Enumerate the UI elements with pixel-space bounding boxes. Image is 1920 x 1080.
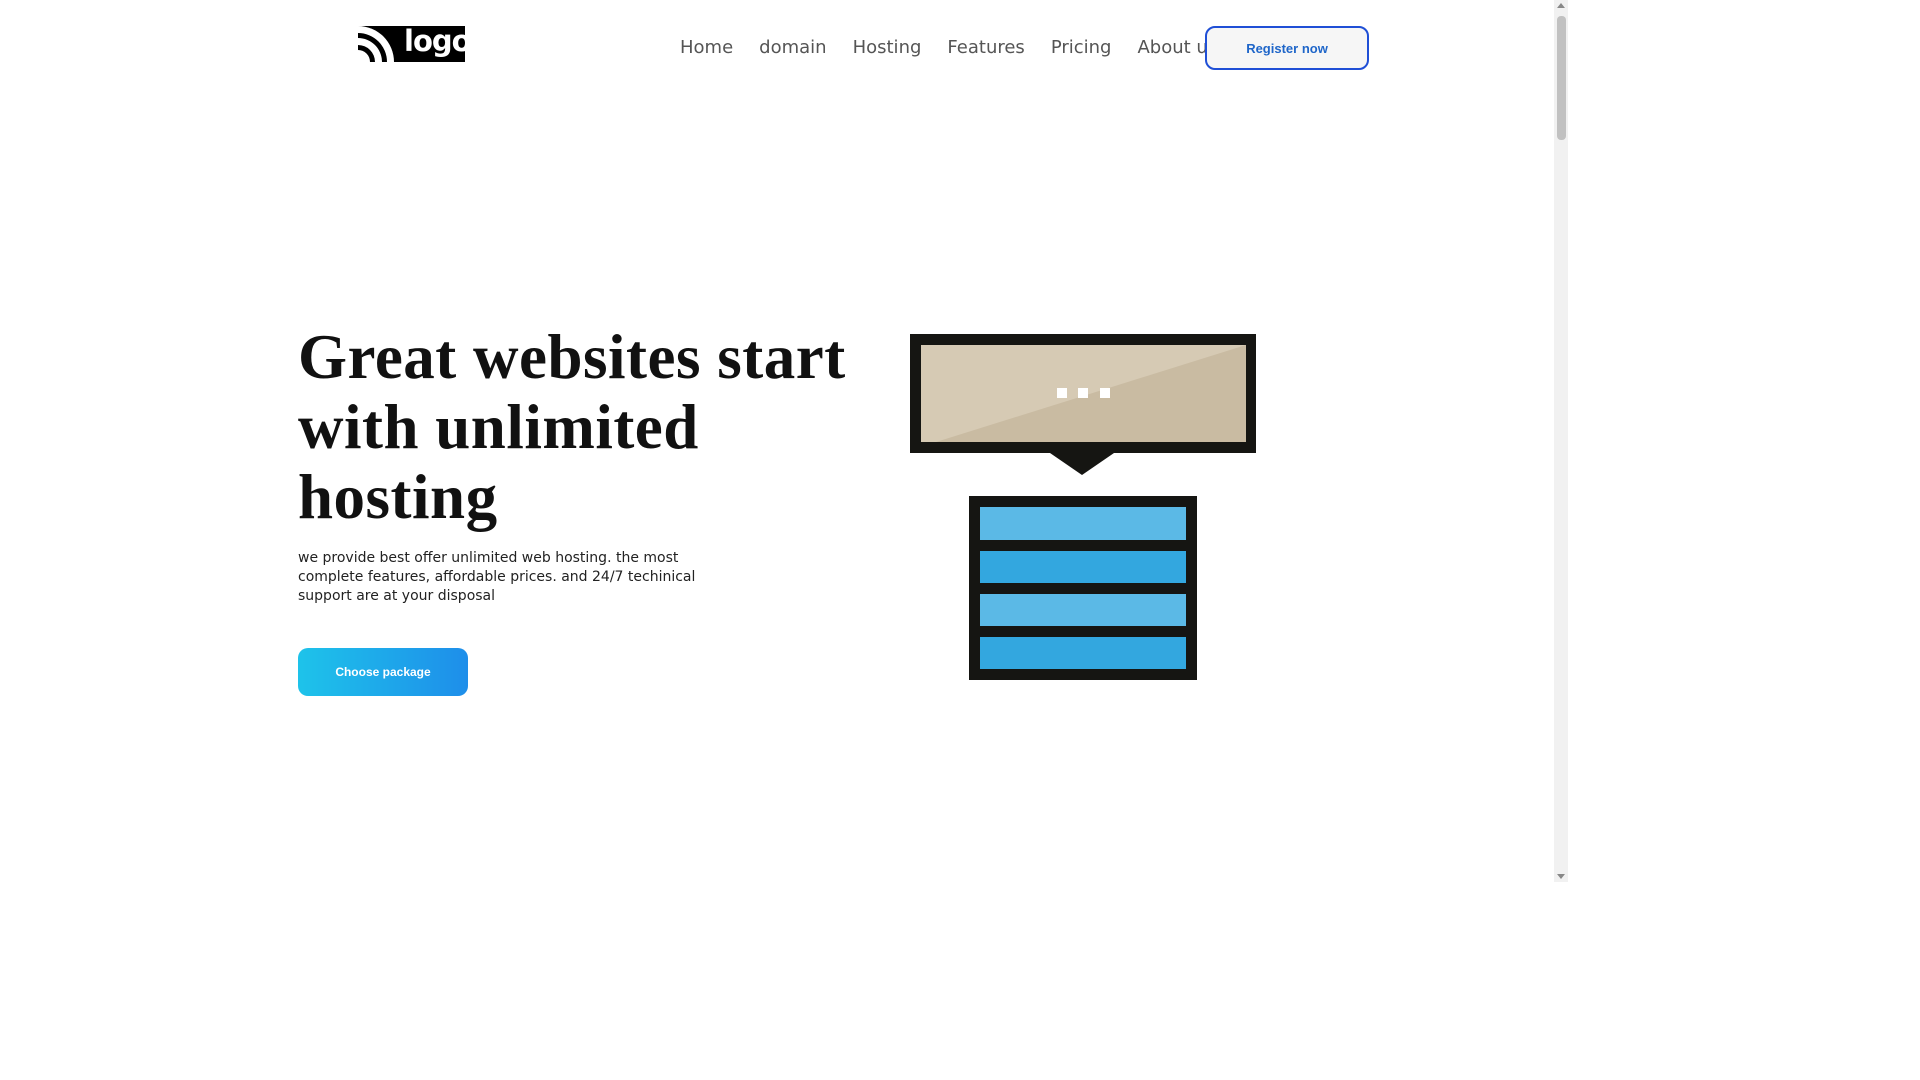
server-rack-icon <box>969 496 1197 680</box>
rss-feed-icon <box>358 26 394 62</box>
register-now-button[interactable]: Register now <box>1205 26 1369 70</box>
hero-description: we provide best offer unlimited web host… <box>298 550 696 604</box>
scroll-thumb[interactable] <box>1557 16 1566 140</box>
nav-domain[interactable]: domain <box>759 36 826 60</box>
logo[interactable]: logo <box>358 24 472 62</box>
choose-package-button[interactable]: Choose package <box>298 648 468 696</box>
hero-title: Great websites start with unlimited host… <box>298 322 846 532</box>
logo-text: logo <box>404 24 472 58</box>
speech-bubble-icon <box>910 334 1256 475</box>
nav-features[interactable]: Features <box>947 36 1024 60</box>
nav-hosting[interactable]: Hosting <box>853 36 922 60</box>
nav-home[interactable]: Home <box>680 36 733 60</box>
main-nav: Home domain Hosting Features Pricing Abo… <box>680 36 1243 60</box>
vertical-scrollbar[interactable] <box>1554 0 1568 882</box>
scroll-down-icon[interactable] <box>1557 874 1565 879</box>
scroll-up-icon[interactable] <box>1557 3 1565 8</box>
nav-pricing[interactable]: Pricing <box>1051 36 1112 60</box>
server-illustration <box>910 334 1256 680</box>
